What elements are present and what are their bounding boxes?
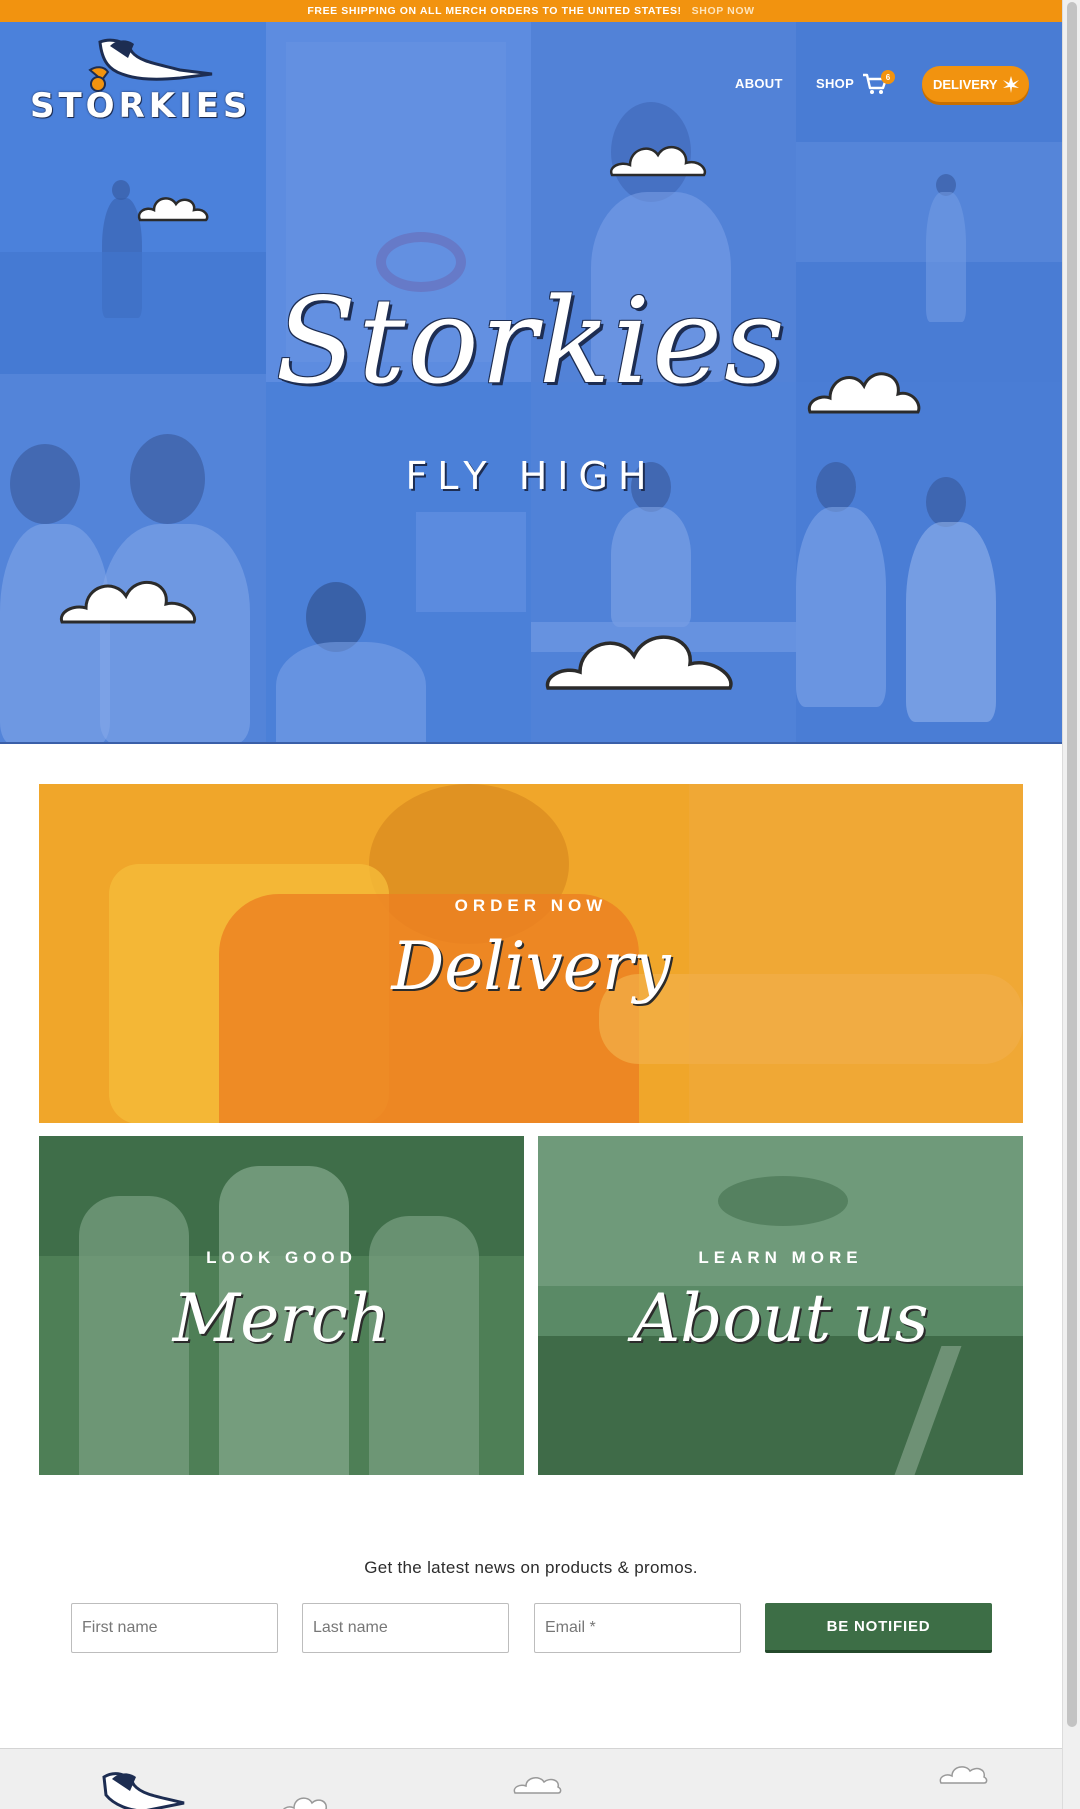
cannabis-leaf-icon — [1003, 76, 1019, 93]
about-kicker: LEARN MORE — [698, 1248, 863, 1267]
cloud-icon — [807, 372, 921, 414]
hero-subtitle: FLY HIGH — [405, 454, 657, 498]
nav-shop-link[interactable]: SHOP — [816, 76, 854, 91]
announcement-bar: FREE SHIPPING ON ALL MERCH ORDERS TO THE… — [0, 0, 1062, 22]
stork-icon — [102, 1772, 185, 1809]
newsletter-title: Get the latest news on products & promos… — [364, 1558, 698, 1577]
delivery-button-label: DELIVERY — [933, 76, 998, 92]
cloud-icon — [609, 145, 707, 177]
main-nav: ABOUT SHOP 6 DELIVERY — [0, 62, 1062, 102]
last-name-field[interactable] — [302, 1603, 509, 1653]
footer — [0, 1748, 1062, 1809]
cloud-icon — [513, 1777, 562, 1794]
announcement-text: FREE SHIPPING ON ALL MERCH ORDERS TO THE… — [307, 5, 682, 17]
nav-about-link[interactable]: ABOUT — [735, 76, 783, 91]
cloud-icon — [59, 580, 197, 624]
cloud-icon — [137, 197, 209, 222]
page-scrollbar[interactable] — [1062, 0, 1080, 1809]
be-notified-button[interactable]: BE NOTIFIED — [765, 1603, 992, 1653]
merch-headline: Merch — [172, 1280, 391, 1357]
cloud-icon — [282, 1797, 328, 1809]
merch-kicker: LOOK GOOD — [206, 1248, 357, 1267]
shop-now-link[interactable]: SHOP NOW — [692, 5, 755, 17]
cloud-icon — [939, 1766, 988, 1784]
scrollbar-thumb[interactable] — [1067, 2, 1077, 1727]
hero-section: STORKIES ABOUT SHOP 6 DELIVERY Storkies … — [0, 22, 1062, 744]
delivery-promo-card[interactable]: ORDER NOW Delivery — [39, 784, 1023, 1123]
delivery-headline: Delivery — [391, 928, 671, 1005]
merch-promo-card[interactable]: LOOK GOOD Merch — [39, 1136, 524, 1475]
cloud-icon — [545, 635, 733, 690]
cart-count-badge: 6 — [881, 70, 895, 84]
about-headline: About us — [632, 1280, 929, 1357]
about-promo-card[interactable]: LEARN MORE About us — [538, 1136, 1023, 1475]
delivery-kicker: ORDER NOW — [454, 896, 608, 915]
email-field[interactable] — [534, 1603, 741, 1653]
first-name-field[interactable] — [71, 1603, 278, 1653]
delivery-button[interactable]: DELIVERY — [922, 66, 1029, 102]
